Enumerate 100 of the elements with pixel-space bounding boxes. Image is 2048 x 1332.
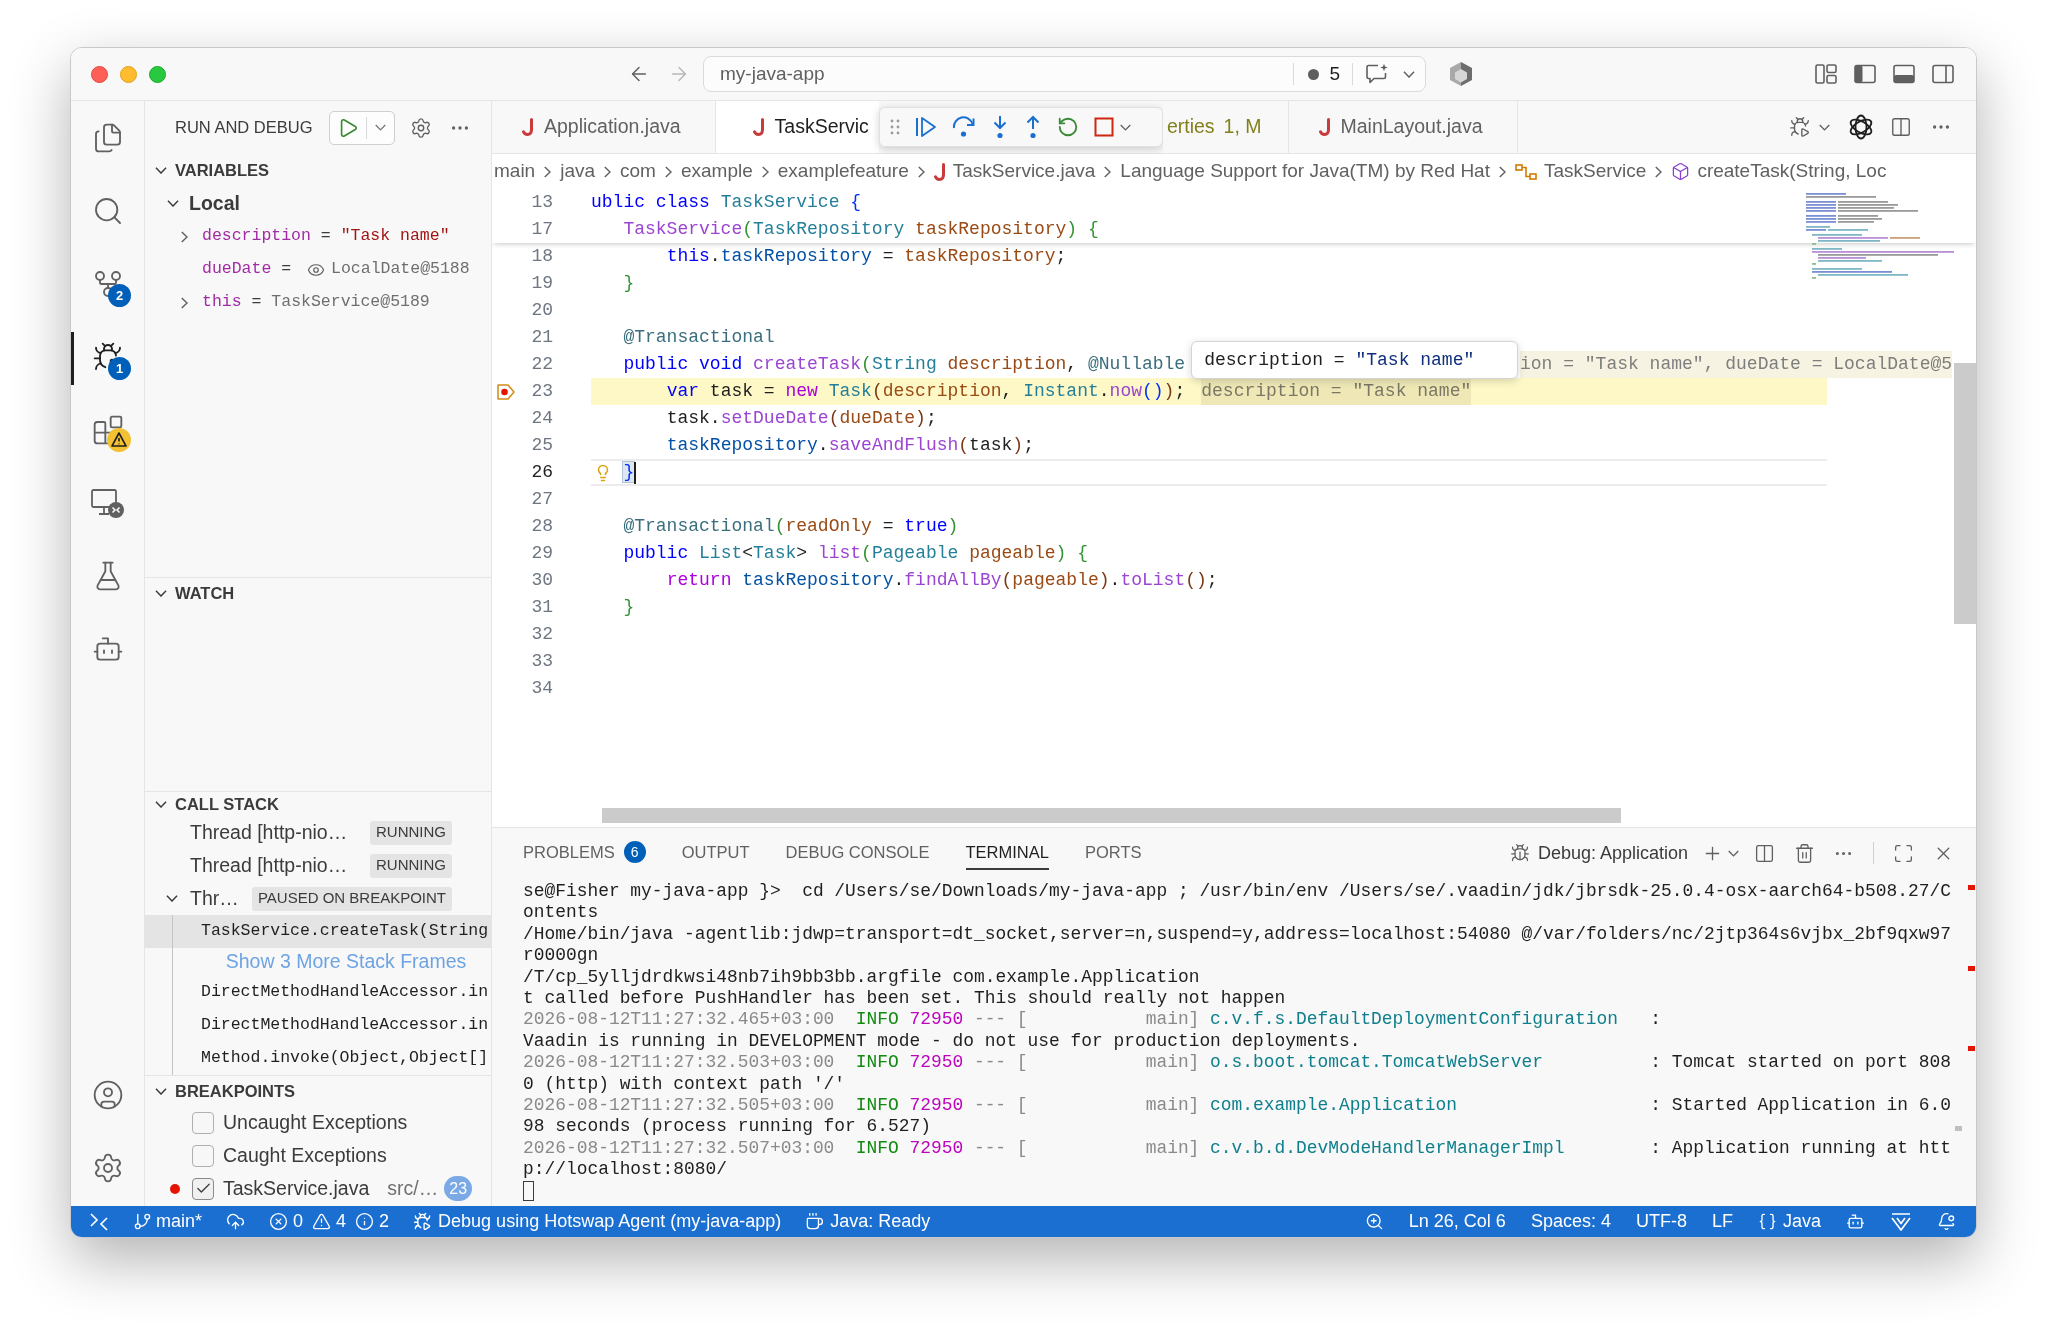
scope-item[interactable]: Local xyxy=(167,188,240,219)
breadcrumb-item[interactable]: main xyxy=(494,157,536,186)
file-type-icon xyxy=(933,162,946,181)
breadcrumb-item[interactable]: java xyxy=(560,157,596,186)
terminal-selector[interactable]: Debug: Application xyxy=(1509,839,1688,867)
status-item[interactable]: LF xyxy=(1711,1208,1733,1235)
section-header[interactable]: WATCH xyxy=(145,578,491,609)
run-split-button[interactable] xyxy=(328,110,395,145)
terminal-line: 2026-08-12T11:27:32.507+03:00 INFO 72950 --- [ main] c.v.b.d.DevModeHandlerManagerImpl : Application running at htt xyxy=(523,1137,1951,1160)
close-window-button[interactable] xyxy=(91,65,108,83)
line-number: 23 xyxy=(531,380,553,403)
panel-tab[interactable]: DEBUG CONSOLE xyxy=(785,836,930,870)
thread-label[interactable]: Thread [http-nio… xyxy=(190,850,348,881)
section-header[interactable]: BREAKPOINTS xyxy=(145,1076,491,1106)
chevron-right-icon[interactable] xyxy=(181,296,188,309)
scrollbar-thumb[interactable] xyxy=(602,808,1621,823)
run-debug-icon[interactable] xyxy=(1789,116,1811,138)
problems-status[interactable]: 0 4 2 xyxy=(269,1208,390,1235)
variable-entry[interactable]: description = "Task name" xyxy=(202,224,450,249)
account-icon[interactable] xyxy=(91,1078,124,1111)
section-header[interactable]: CALL STACK xyxy=(145,792,491,816)
grip-icon[interactable] xyxy=(889,119,900,135)
command-center[interactable]: my-java-app 5 xyxy=(703,56,1426,92)
sidebar-right-icon[interactable] xyxy=(1932,64,1954,84)
step-over-icon[interactable] xyxy=(951,116,976,138)
breadcrumb-item[interactable]: TaskService xyxy=(1514,157,1647,186)
section-header[interactable]: VARIABLES xyxy=(145,154,491,187)
gear-icon[interactable] xyxy=(409,116,432,139)
scrollbar-thumb[interactable] xyxy=(1954,363,1976,624)
remote-icon[interactable] xyxy=(89,1211,109,1232)
line-number: 18 xyxy=(531,245,553,268)
ruler-mark xyxy=(1955,1126,1962,1131)
warning-count: 4 xyxy=(336,1210,347,1233)
stop-icon[interactable] xyxy=(1093,117,1114,137)
status-item[interactable]: UTF-8 xyxy=(1635,1208,1687,1235)
panel-tab[interactable]: TERMINAL xyxy=(965,836,1049,870)
panel-bottom-icon[interactable] xyxy=(1893,64,1915,84)
status-item[interactable]: Spaces: 4 xyxy=(1530,1208,1611,1235)
variable-entry[interactable]: this = TaskService@5189 xyxy=(202,290,430,315)
breakpoint-label[interactable]: Caught Exceptions xyxy=(223,1140,387,1171)
maximize-icon[interactable] xyxy=(1893,842,1914,864)
branch-status[interactable]: main* xyxy=(133,1208,203,1235)
breadcrumb-item[interactable]: TaskService.java xyxy=(933,157,1096,186)
checkbox[interactable] xyxy=(192,1144,214,1167)
sidebar-left-icon[interactable] xyxy=(1854,64,1876,84)
bell-icon[interactable] xyxy=(1937,1212,1956,1231)
breadcrumb-item[interactable]: examplefeature xyxy=(777,157,909,186)
breakpoint-label[interactable]: Uncaught Exceptions xyxy=(223,1107,408,1138)
panel-tab[interactable]: OUTPUT xyxy=(681,836,750,870)
terminal-line: ontents xyxy=(523,902,599,923)
stack-frame[interactable]: DirectMethodHandleAccessor.in xyxy=(145,1009,491,1042)
breakpoint-arrow-icon[interactable] xyxy=(497,383,515,400)
chevron-down-icon[interactable] xyxy=(166,895,178,902)
variable-name[interactable]: dueDate = xyxy=(202,257,302,282)
checkbox[interactable] xyxy=(192,1177,214,1200)
inline-value: description = "Task name" xyxy=(1201,378,1472,405)
debug-status[interactable]: Debug using Hotswap Agent (my-java-app) xyxy=(413,1208,782,1235)
restart-icon[interactable] xyxy=(1056,116,1079,138)
status-item[interactable]: Ln 26, Col 6 xyxy=(1408,1208,1506,1235)
stack-frame[interactable]: TaskService.createTask(String xyxy=(145,915,491,948)
chevron-down-icon[interactable] xyxy=(1728,849,1739,857)
breakpoint-label[interactable]: TaskService.java xyxy=(223,1173,370,1204)
zoom-in-icon[interactable] xyxy=(1364,1212,1384,1231)
split-editor-icon[interactable] xyxy=(1890,116,1912,138)
continue-icon[interactable] xyxy=(914,116,937,138)
knot-icon[interactable] xyxy=(1848,114,1874,140)
monitor-icon[interactable] xyxy=(90,486,125,519)
cloud-upload-icon[interactable] xyxy=(226,1212,246,1231)
breadcrumb-item[interactable]: Language Support for Java(TM) by Red Hat xyxy=(1120,157,1490,186)
stack-frame[interactable]: DirectMethodHandleAccessor.in xyxy=(145,976,491,1009)
chevron-right-icon[interactable] xyxy=(181,230,188,243)
thread-label[interactable]: Thread [http-nio… xyxy=(190,817,348,848)
blocks-icon[interactable] xyxy=(91,413,124,446)
stack-frame[interactable]: Method.invoke(Object,Object[] xyxy=(145,1042,491,1075)
chat-icon[interactable] xyxy=(1365,63,1389,85)
panel-tab[interactable]: PROBLEMS 6 xyxy=(523,836,646,870)
cube-icon[interactable] xyxy=(1448,61,1474,87)
checkbox[interactable] xyxy=(192,1111,214,1134)
chevron-down-icon[interactable] xyxy=(1819,123,1830,131)
bug-play-icon[interactable] xyxy=(91,340,124,373)
java-status[interactable]: Java: Ready xyxy=(805,1208,931,1235)
thread-label[interactable]: Thr… xyxy=(190,883,239,914)
code-line: public List<Task> list(Pageable pageable) { xyxy=(623,542,1088,565)
code-line: taskRepository.saveAndFlush(task); xyxy=(666,434,1034,457)
code-line: return taskRepository.findAllBy(pageable).toList(); xyxy=(666,569,1218,592)
editor-tab[interactable]: TaskServic xyxy=(715,101,879,153)
chevron-down-icon[interactable] xyxy=(1403,70,1415,78)
breadcrumb-item[interactable]: example xyxy=(680,157,753,186)
breadcrumb-item[interactable]: createTask(String, Loc xyxy=(1671,157,1887,186)
breadcrumb-item[interactable]: com xyxy=(620,157,656,186)
chevron-bar-icon[interactable] xyxy=(1890,1211,1912,1232)
zoom-window-button[interactable] xyxy=(149,65,166,83)
trash-icon[interactable] xyxy=(1794,842,1815,864)
split-icon[interactable] xyxy=(1754,842,1775,864)
chevron-down-icon[interactable] xyxy=(1119,123,1131,131)
robot-icon[interactable] xyxy=(1846,1212,1865,1231)
layout-icon[interactable] xyxy=(1815,64,1837,84)
branch-icon xyxy=(133,1212,152,1231)
language-status[interactable]: Java xyxy=(1757,1208,1821,1235)
panel-tab[interactable]: PORTS xyxy=(1084,836,1142,870)
